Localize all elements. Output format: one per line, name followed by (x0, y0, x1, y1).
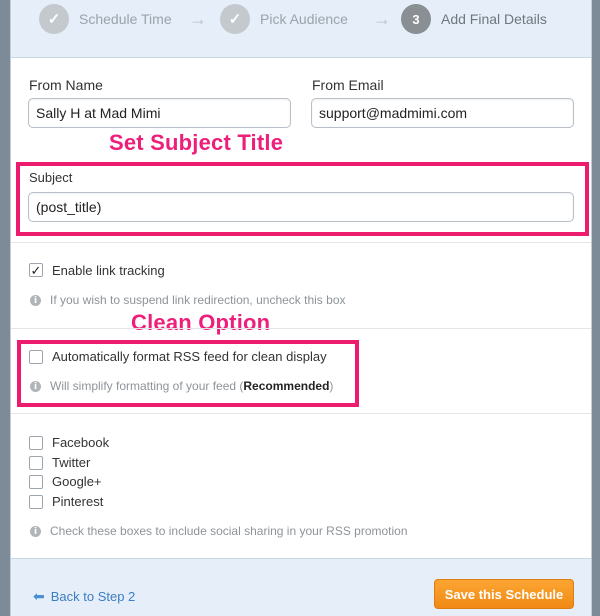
back-link-label: Back to Step 2 (50, 589, 136, 604)
twitter-label: Twitter (52, 455, 91, 470)
dialog-footer: ⬅ Back to Step 2 Save this Schedule (11, 558, 591, 616)
arrow-right-icon: → (373, 9, 391, 29)
divider (11, 413, 591, 414)
rss-format-hint: Will simplify formatting of your feed (R… (50, 379, 334, 393)
save-schedule-button[interactable]: Save this Schedule (434, 579, 574, 609)
step-label: Add Final Details (441, 11, 547, 27)
link-tracking-label: Enable link tracking (52, 263, 165, 278)
google-plus-label: Google+ (52, 474, 102, 489)
divider (11, 328, 591, 329)
from-email-label: From Email (312, 77, 384, 93)
step-add-final-details: 3 Add Final Details (401, 4, 547, 34)
info-icon: i (30, 526, 41, 537)
google-plus-checkbox[interactable] (29, 475, 43, 489)
info-icon: i (30, 295, 41, 306)
divider (11, 242, 591, 243)
from-name-input[interactable] (28, 98, 291, 128)
step-progress-bar: ✓ Schedule Time → ✓ Pick Audience → 3 Ad… (11, 0, 591, 58)
back-to-step-2-link[interactable]: ⬅ Back to Step 2 (33, 588, 135, 605)
step-pick-audience[interactable]: ✓ Pick Audience (220, 4, 348, 34)
check-icon: ✓ (30, 262, 42, 278)
link-tracking-checkbox[interactable]: ✓ (29, 263, 43, 277)
social-sharing-hint: Check these boxes to include social shar… (50, 524, 408, 538)
pinterest-checkbox[interactable] (29, 495, 43, 509)
from-name-label: From Name (29, 77, 103, 93)
step-number-badge: 3 (401, 4, 431, 34)
subject-input[interactable] (28, 192, 574, 222)
arrow-right-icon: → (189, 9, 207, 29)
link-tracking-hint: If you wish to suspend link redirection,… (50, 293, 346, 307)
subject-label: Subject (29, 170, 73, 185)
back-arrow-icon: ⬅ (33, 588, 45, 604)
step-label: Schedule Time (79, 11, 172, 27)
schedule-dialog: ✓ Schedule Time → ✓ Pick Audience → 3 Ad… (10, 0, 592, 616)
facebook-label: Facebook (52, 435, 110, 450)
facebook-checkbox[interactable] (29, 436, 43, 450)
clean-option-callout: Clean Option (131, 310, 271, 335)
step-label: Pick Audience (260, 11, 348, 27)
check-icon: ✓ (220, 4, 250, 34)
info-icon: i (30, 381, 41, 392)
pinterest-label: Pinterest (52, 494, 104, 509)
step-schedule-time[interactable]: ✓ Schedule Time (39, 4, 172, 34)
subject-callout: Set Subject Title (109, 130, 284, 155)
twitter-checkbox[interactable] (29, 456, 43, 470)
check-icon: ✓ (39, 4, 69, 34)
rss-format-checkbox[interactable] (29, 350, 43, 364)
rss-format-label: Automatically format RSS feed for clean … (52, 349, 327, 364)
from-email-input[interactable] (311, 98, 574, 128)
